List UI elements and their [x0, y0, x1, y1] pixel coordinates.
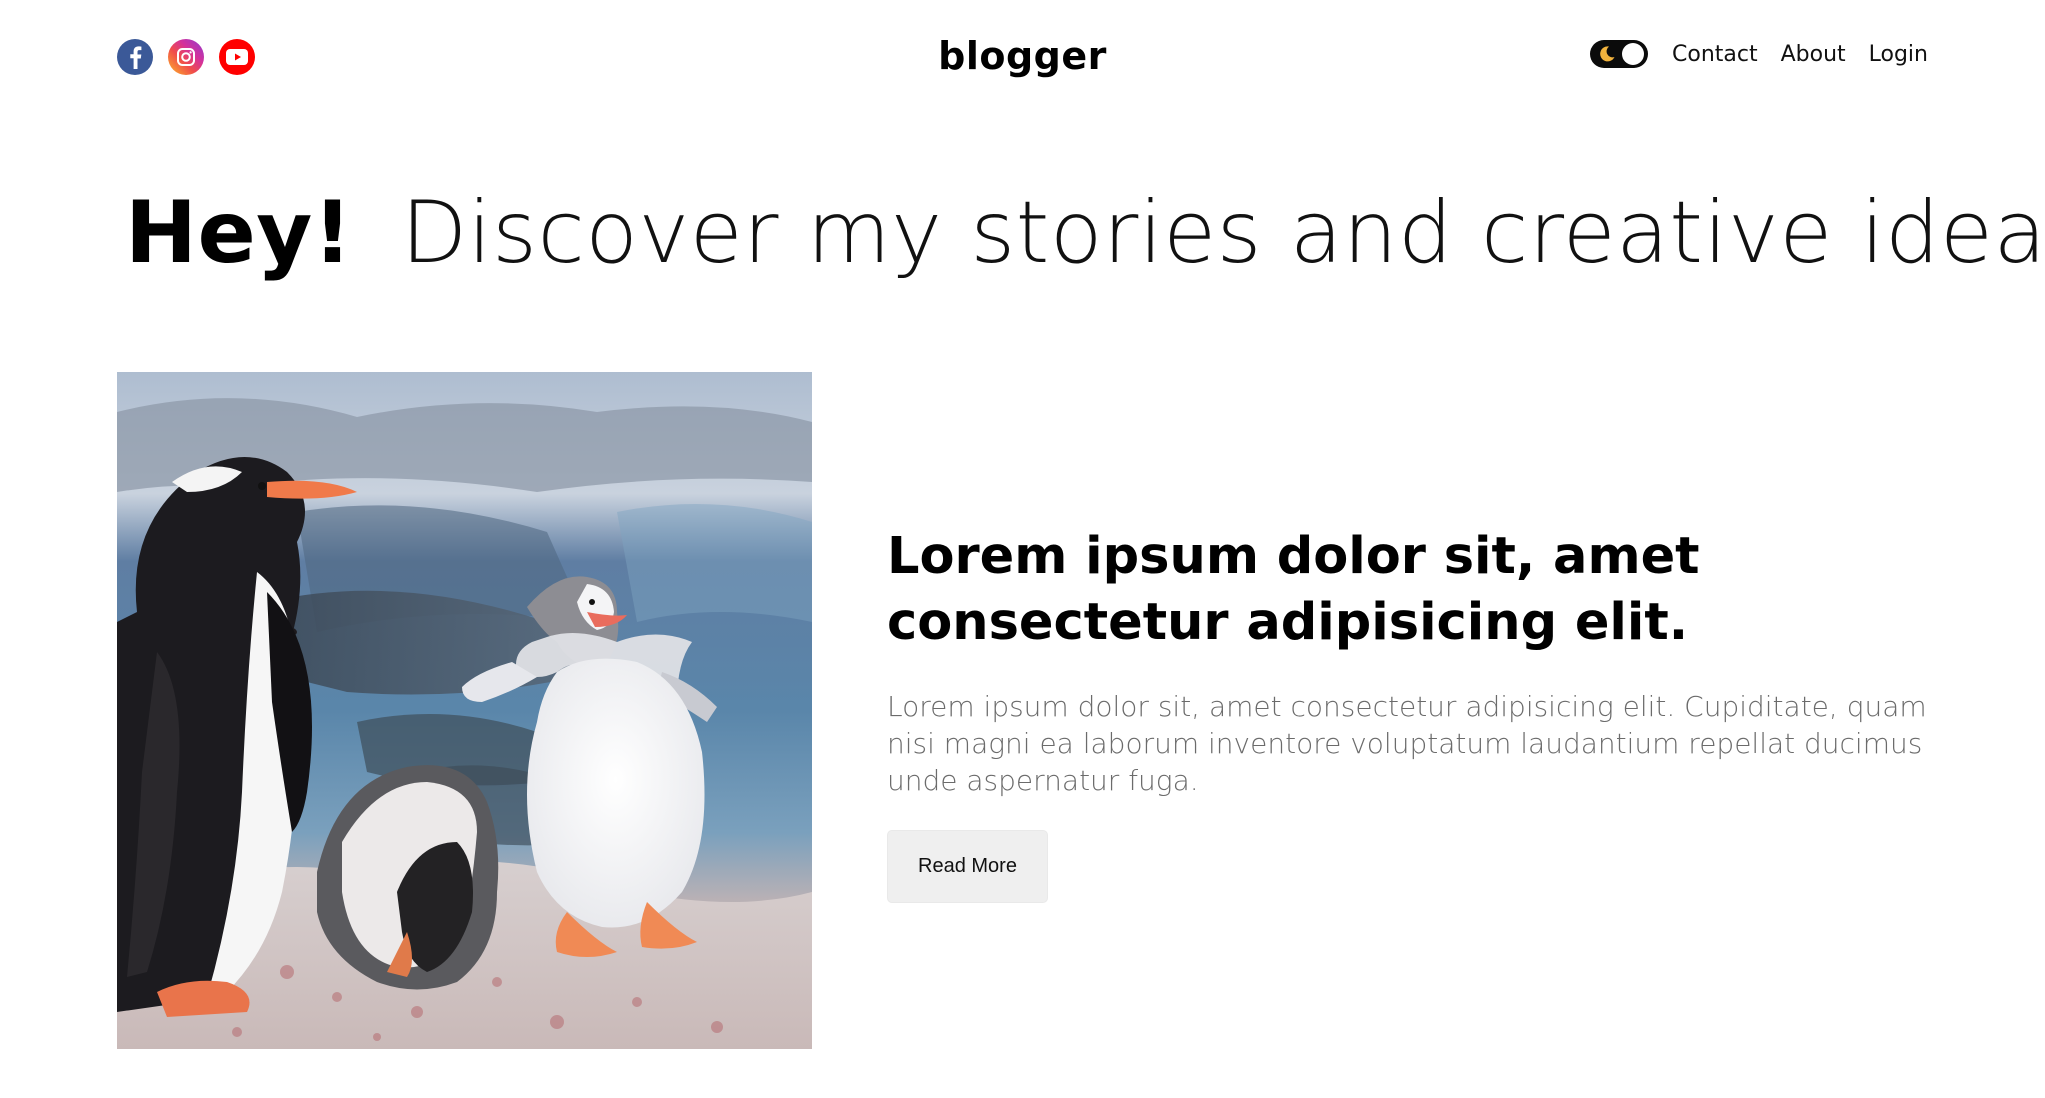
theme-toggle[interactable]	[1590, 40, 1648, 68]
post-description: Lorem ipsum dolor sit, amet consectetur …	[887, 690, 1927, 797]
nav-link-about[interactable]: About	[1781, 42, 1846, 67]
hero-heading-bold: Hey!	[125, 183, 353, 283]
post-image[interactable]	[117, 372, 812, 1049]
post-content: Lorem ipsum dolor sit, amet consectetur …	[887, 524, 1932, 903]
nav-links: Contact About Login	[1590, 40, 1928, 68]
read-more-button[interactable]: Read More	[887, 830, 1048, 903]
toggle-knob	[1622, 43, 1644, 65]
post-title[interactable]: Lorem ipsum dolor sit, amet consectetur …	[887, 524, 1747, 656]
moon-icon	[1600, 46, 1615, 62]
nav-link-login[interactable]: Login	[1869, 42, 1928, 67]
hero-heading-light: Discover my stories and creative ideas.	[401, 183, 2045, 283]
navbar: blogger Contact About Login	[117, 28, 1928, 88]
nav-link-contact[interactable]: Contact	[1672, 42, 1758, 67]
hero-heading: Hey! Discover my stories and creative id…	[125, 178, 2045, 288]
